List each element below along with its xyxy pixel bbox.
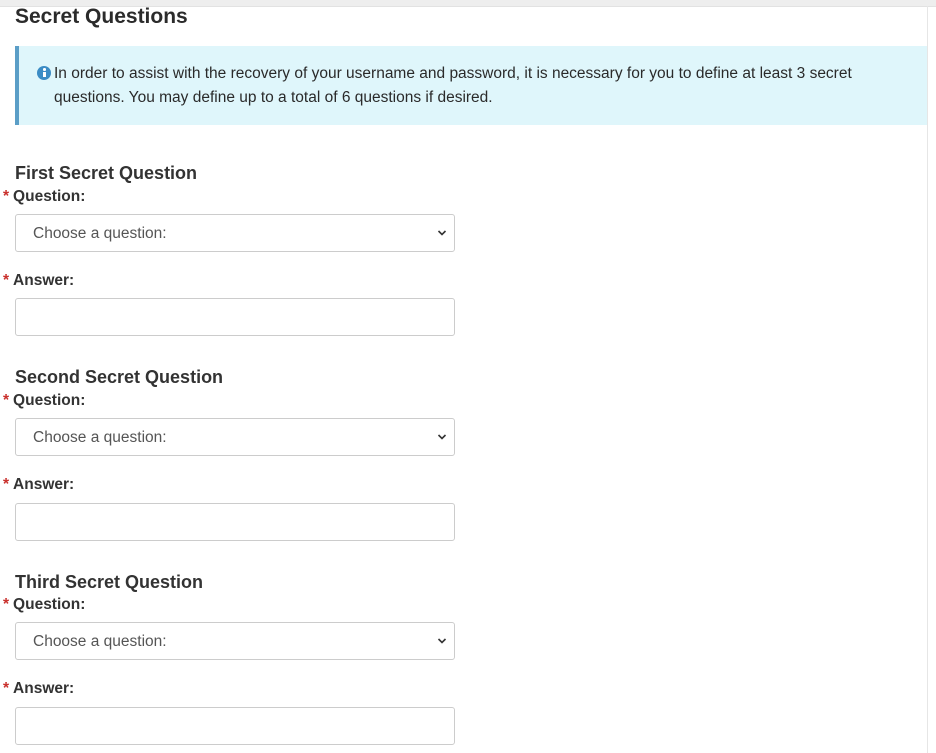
- section-title-third: Third Secret Question: [15, 572, 204, 592]
- info-alert-text: In order to assist with the recovery of …: [54, 65, 852, 106]
- answer-label-first: * Answer:: [3, 272, 75, 289]
- required-marker: *: [3, 272, 10, 289]
- question-select-third[interactable]: Choose a question:: [15, 622, 455, 660]
- question-select-value: Choose a question:: [33, 429, 167, 446]
- required-marker: *: [3, 476, 10, 493]
- right-divider: [927, 6, 928, 753]
- chevron-down-icon: [437, 434, 447, 440]
- section-title-first: First Secret Question: [15, 163, 198, 183]
- required-marker: *: [3, 596, 10, 613]
- required-marker: *: [3, 680, 10, 697]
- question-label-second: * Question:: [3, 392, 86, 409]
- answer-input-third[interactable]: [15, 707, 455, 745]
- question-select-value: Choose a question:: [33, 225, 167, 242]
- chevron-down-icon: [437, 638, 447, 644]
- section-title-second: Second Secret Question: [15, 367, 224, 387]
- page-title: Secret Questions: [15, 5, 188, 28]
- question-select-value: Choose a question:: [33, 633, 167, 650]
- question-label-third: * Question:: [3, 596, 86, 613]
- info-alert: In order to assist with the recovery of …: [15, 46, 927, 125]
- question-label-first: * Question:: [3, 188, 86, 205]
- info-circle-icon: [37, 66, 51, 80]
- required-marker: *: [3, 392, 10, 409]
- question-select-first[interactable]: Choose a question:: [15, 214, 455, 252]
- answer-input-second[interactable]: [15, 503, 455, 541]
- required-marker: *: [3, 188, 10, 205]
- question-select-second[interactable]: Choose a question:: [15, 418, 455, 456]
- chevron-down-icon: [437, 230, 447, 236]
- answer-label-second: * Answer:: [3, 476, 75, 493]
- answer-input-first[interactable]: [15, 298, 455, 336]
- answer-label-third: * Answer:: [3, 680, 75, 697]
